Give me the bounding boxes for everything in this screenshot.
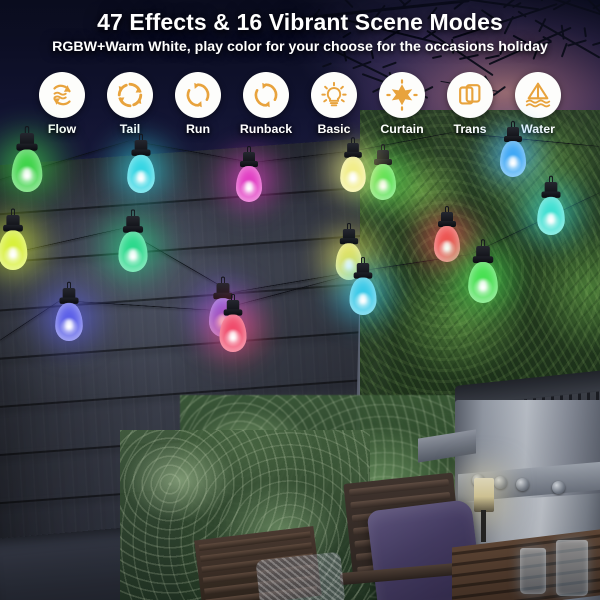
light-bulb	[471, 113, 555, 197]
light-bulb	[319, 248, 407, 336]
bulb-socket	[344, 143, 362, 158]
star-sparkle-icon[interactable]	[379, 72, 425, 118]
light-bulb	[96, 125, 186, 215]
bulb-socket	[223, 300, 243, 316]
bulb-socket	[541, 182, 561, 198]
bulb-socket	[353, 263, 373, 279]
page-subtitle: RGBW+Warm White, play color for your cho…	[52, 39, 548, 55]
scene-mode-label: Run	[185, 122, 211, 136]
scene-mode-run[interactable]: Run	[169, 72, 227, 136]
bulb-filament	[350, 172, 356, 182]
bulb-socket	[438, 212, 456, 227]
bulb-socket	[131, 140, 151, 156]
light-bulb	[506, 167, 596, 257]
product-marketing-image: 47 Effects & 16 Vibrant Scene Modes RGBW…	[0, 0, 600, 600]
flow-loop-icon[interactable]	[39, 72, 85, 118]
bulb-filament	[510, 157, 516, 166]
bulb-filament	[359, 294, 367, 304]
bulb-socket	[3, 215, 23, 232]
bulb-filament	[23, 168, 31, 180]
bulb-socket	[59, 288, 79, 304]
bulb-socket	[339, 229, 359, 245]
light-bulb	[435, 230, 531, 326]
bulb-socket	[472, 246, 494, 264]
light-bulb	[85, 200, 181, 295]
tail-rotate-icon[interactable]	[107, 72, 153, 118]
light-bulb	[207, 138, 291, 222]
bulb-filament	[479, 280, 487, 291]
scene-mode-runback[interactable]: Runback	[237, 72, 295, 136]
bulb-filament	[547, 213, 555, 224]
light-bulb	[189, 285, 277, 373]
bulb-filament	[9, 248, 17, 258]
bulb-socket	[16, 133, 38, 151]
scene-mode-label: Curtain	[380, 122, 424, 136]
bulb-filament	[229, 331, 237, 341]
bulb-filament	[246, 182, 252, 191]
lightbulb-icon[interactable]	[311, 72, 357, 118]
bulb-filament	[65, 319, 73, 330]
light-bulb	[0, 199, 60, 292]
light-bulb	[311, 129, 395, 212]
run-refresh-icon[interactable]	[175, 72, 221, 118]
bulb-filament	[137, 171, 145, 182]
sailboat-waves-icon[interactable]	[515, 72, 561, 118]
stacked-cards-icon[interactable]	[447, 72, 493, 118]
scene-mode-label: Runback	[239, 122, 293, 136]
scene-mode-curtain[interactable]: Curtain	[373, 72, 431, 136]
bulb-socket	[240, 152, 258, 167]
scene-mode-basic[interactable]: Basic	[305, 72, 363, 136]
light-bulb	[24, 273, 114, 363]
bulb-filament	[129, 249, 137, 260]
light-bulb	[0, 116, 77, 216]
runback-refresh-icon[interactable]	[243, 72, 289, 118]
bulb-socket	[122, 216, 144, 233]
bulb-socket	[504, 127, 522, 142]
page-title: 47 Effects & 16 Vibrant Scene Modes	[97, 9, 503, 35]
